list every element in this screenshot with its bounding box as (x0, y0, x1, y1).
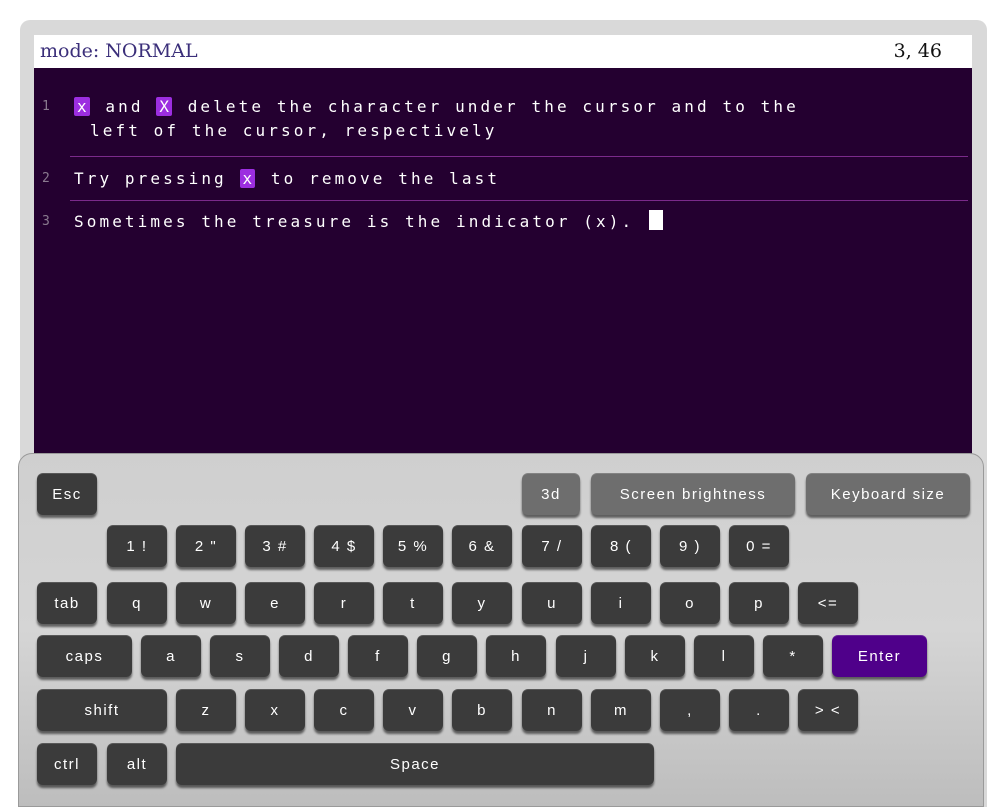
key-o[interactable]: o (660, 582, 720, 624)
key-w[interactable]: w (176, 582, 236, 624)
key-space[interactable]: Space (176, 743, 654, 785)
key-b[interactable]: b (452, 689, 512, 731)
key-7[interactable]: 7 / (522, 525, 582, 567)
key-y[interactable]: y (452, 582, 512, 624)
key-n[interactable]: n (522, 689, 582, 731)
line-text-segment: Try pressing (74, 169, 227, 188)
key-p[interactable]: p (729, 582, 789, 624)
key-e[interactable]: e (245, 582, 305, 624)
line-number: 1 (42, 99, 50, 114)
key-esc[interactable]: Esc (37, 473, 97, 515)
key-asterisk[interactable]: * (763, 635, 823, 677)
key-3[interactable]: 3 # (245, 525, 305, 567)
key-1[interactable]: 1 ! (107, 525, 167, 567)
line-text-wrap: left of the cursor, respectively (90, 121, 498, 140)
key-6[interactable]: 6 & (452, 525, 512, 567)
line-separator (70, 200, 968, 201)
key-highlight: x (239, 169, 256, 188)
line-text-segment: Sometimes the treasure is the indicator … (74, 212, 647, 231)
key-highlight: X (156, 97, 172, 116)
key-c[interactable]: c (314, 689, 374, 731)
line-text: x and X delete the character under the c… (74, 95, 968, 143)
key-g[interactable]: g (417, 635, 477, 677)
key-caps[interactable]: caps (37, 635, 132, 677)
key-highlight: x (74, 97, 90, 116)
key-enter[interactable]: Enter (832, 635, 927, 677)
key-s[interactable]: s (210, 635, 270, 677)
key-tab[interactable]: tab (37, 582, 97, 624)
key-period[interactable]: . (729, 689, 789, 731)
key-a[interactable]: a (141, 635, 201, 677)
key-q[interactable]: q (107, 582, 167, 624)
key-h[interactable]: h (486, 635, 546, 677)
key-z[interactable]: z (176, 689, 236, 731)
key-shift[interactable]: shift (37, 689, 167, 731)
key-l[interactable]: l (694, 635, 754, 677)
key-alt[interactable]: alt (107, 743, 167, 785)
key-d[interactable]: d (279, 635, 339, 677)
key-x[interactable]: x (245, 689, 305, 731)
key-t[interactable]: t (383, 582, 443, 624)
key-angle-brackets[interactable]: > < (798, 689, 858, 731)
line-text-segment: delete the character under the cursor an… (187, 97, 799, 116)
line-text-segment: to remove the last (270, 169, 501, 188)
editor-area[interactable]: 1 x and X delete the character under the… (34, 68, 972, 468)
mode-indicator: mode: NORMAL (40, 40, 198, 62)
cursor-position: 3, 46 (893, 40, 942, 62)
key-ctrl[interactable]: ctrl (37, 743, 97, 785)
line-text: Try pressing x to remove the last (74, 167, 968, 191)
key-2[interactable]: 2 " (176, 525, 236, 567)
key-r[interactable]: r (314, 582, 374, 624)
key-m[interactable]: m (591, 689, 651, 731)
line-number: 2 (42, 171, 50, 186)
status-bar: mode: NORMAL 3, 46 (34, 35, 972, 68)
key-f[interactable]: f (348, 635, 408, 677)
key-3d[interactable]: 3d (522, 473, 580, 515)
key-v[interactable]: v (383, 689, 443, 731)
text-cursor (648, 210, 663, 230)
key-k[interactable]: k (625, 635, 685, 677)
key-8[interactable]: 8 ( (591, 525, 651, 567)
virtual-keyboard: Esc 3d Screen brightness Keyboard size 1… (18, 453, 984, 807)
key-backspace[interactable]: <= (798, 582, 858, 624)
key-4[interactable]: 4 $ (314, 525, 374, 567)
key-5[interactable]: 5 % (383, 525, 443, 567)
key-comma[interactable]: , (660, 689, 720, 731)
keyboard-size-button[interactable]: Keyboard size (806, 473, 970, 515)
line-separator (70, 156, 968, 157)
key-0[interactable]: 0 = (729, 525, 789, 567)
key-j[interactable]: j (556, 635, 616, 677)
line-number: 3 (42, 214, 50, 229)
key-9[interactable]: 9 ) (660, 525, 720, 567)
line-text-segment: and (105, 97, 144, 116)
key-u[interactable]: u (522, 582, 582, 624)
key-i[interactable]: i (591, 582, 651, 624)
screen-brightness-button[interactable]: Screen brightness (591, 473, 795, 515)
line-text: Sometimes the treasure is the indicator … (74, 210, 968, 234)
